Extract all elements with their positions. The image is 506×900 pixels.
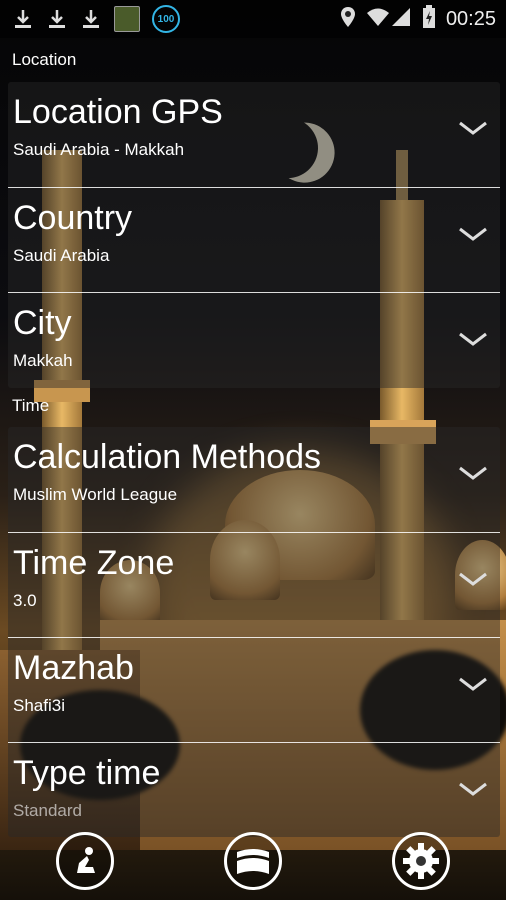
setting-title: Mazhab — [13, 649, 134, 687]
settings-button[interactable] — [392, 832, 450, 890]
settings-gear-icon — [403, 843, 439, 879]
app-thumbnail-icon — [114, 6, 140, 32]
battery-badge-icon: 100 — [152, 5, 180, 33]
location-settings-group: Location GPS Saudi Arabia - Makkah Count… — [8, 82, 500, 388]
setting-value: Shafi3i — [13, 696, 65, 715]
setting-title: City — [13, 304, 72, 342]
setting-value: Makkah — [13, 351, 73, 370]
setting-title: Location GPS — [13, 93, 223, 131]
bottom-navigation — [0, 828, 506, 900]
chevron-down-icon — [459, 572, 487, 586]
chevron-down-icon — [459, 121, 487, 135]
setting-row-type-time[interactable]: Type time Standard — [8, 742, 500, 837]
setting-value: Standard — [13, 801, 82, 820]
status-bar: 100 00:25 — [0, 0, 506, 38]
setting-title: Type time — [13, 754, 161, 792]
download-icon — [80, 8, 102, 30]
time-settings-group: Calculation Methods Muslim World League … — [8, 427, 500, 837]
prayer-button[interactable] — [56, 832, 114, 890]
setting-value: Muslim World League — [13, 485, 178, 504]
section-title-location: Location — [12, 50, 77, 69]
setting-value: Saudi Arabia — [13, 246, 110, 265]
download-icon — [46, 8, 68, 30]
setting-row-time-zone[interactable]: Time Zone 3.0 — [8, 532, 500, 637]
setting-row-location-gps[interactable]: Location GPS Saudi Arabia - Makkah — [8, 82, 500, 187]
setting-value: Saudi Arabia - Makkah — [13, 140, 185, 159]
setting-row-mazhab[interactable]: Mazhab Shafi3i — [8, 637, 500, 742]
setting-row-city[interactable]: City Makkah — [8, 292, 500, 388]
chevron-down-icon — [459, 466, 487, 480]
chevron-down-icon — [459, 332, 487, 346]
setting-title: Time Zone — [13, 544, 175, 582]
prayer-icon — [77, 847, 95, 873]
setting-title: Calculation Methods — [13, 438, 322, 476]
setting-title: Country — [13, 199, 133, 237]
setting-value: 3.0 — [13, 591, 37, 610]
location-pin-icon — [340, 6, 356, 33]
download-icon — [12, 8, 34, 30]
battery-charging-icon — [422, 4, 436, 34]
book-icon — [237, 849, 269, 874]
book-button[interactable] — [224, 832, 282, 890]
setting-row-calculation-methods[interactable]: Calculation Methods Muslim World League — [8, 427, 500, 532]
wifi-signal-icon — [366, 6, 412, 33]
clock-time: 00:25 — [445, 7, 496, 30]
chevron-down-icon — [459, 227, 487, 241]
section-title-time: Time — [12, 396, 50, 415]
chevron-down-icon — [459, 782, 487, 796]
chevron-down-icon — [459, 677, 487, 691]
setting-row-country[interactable]: Country Saudi Arabia — [8, 187, 500, 292]
